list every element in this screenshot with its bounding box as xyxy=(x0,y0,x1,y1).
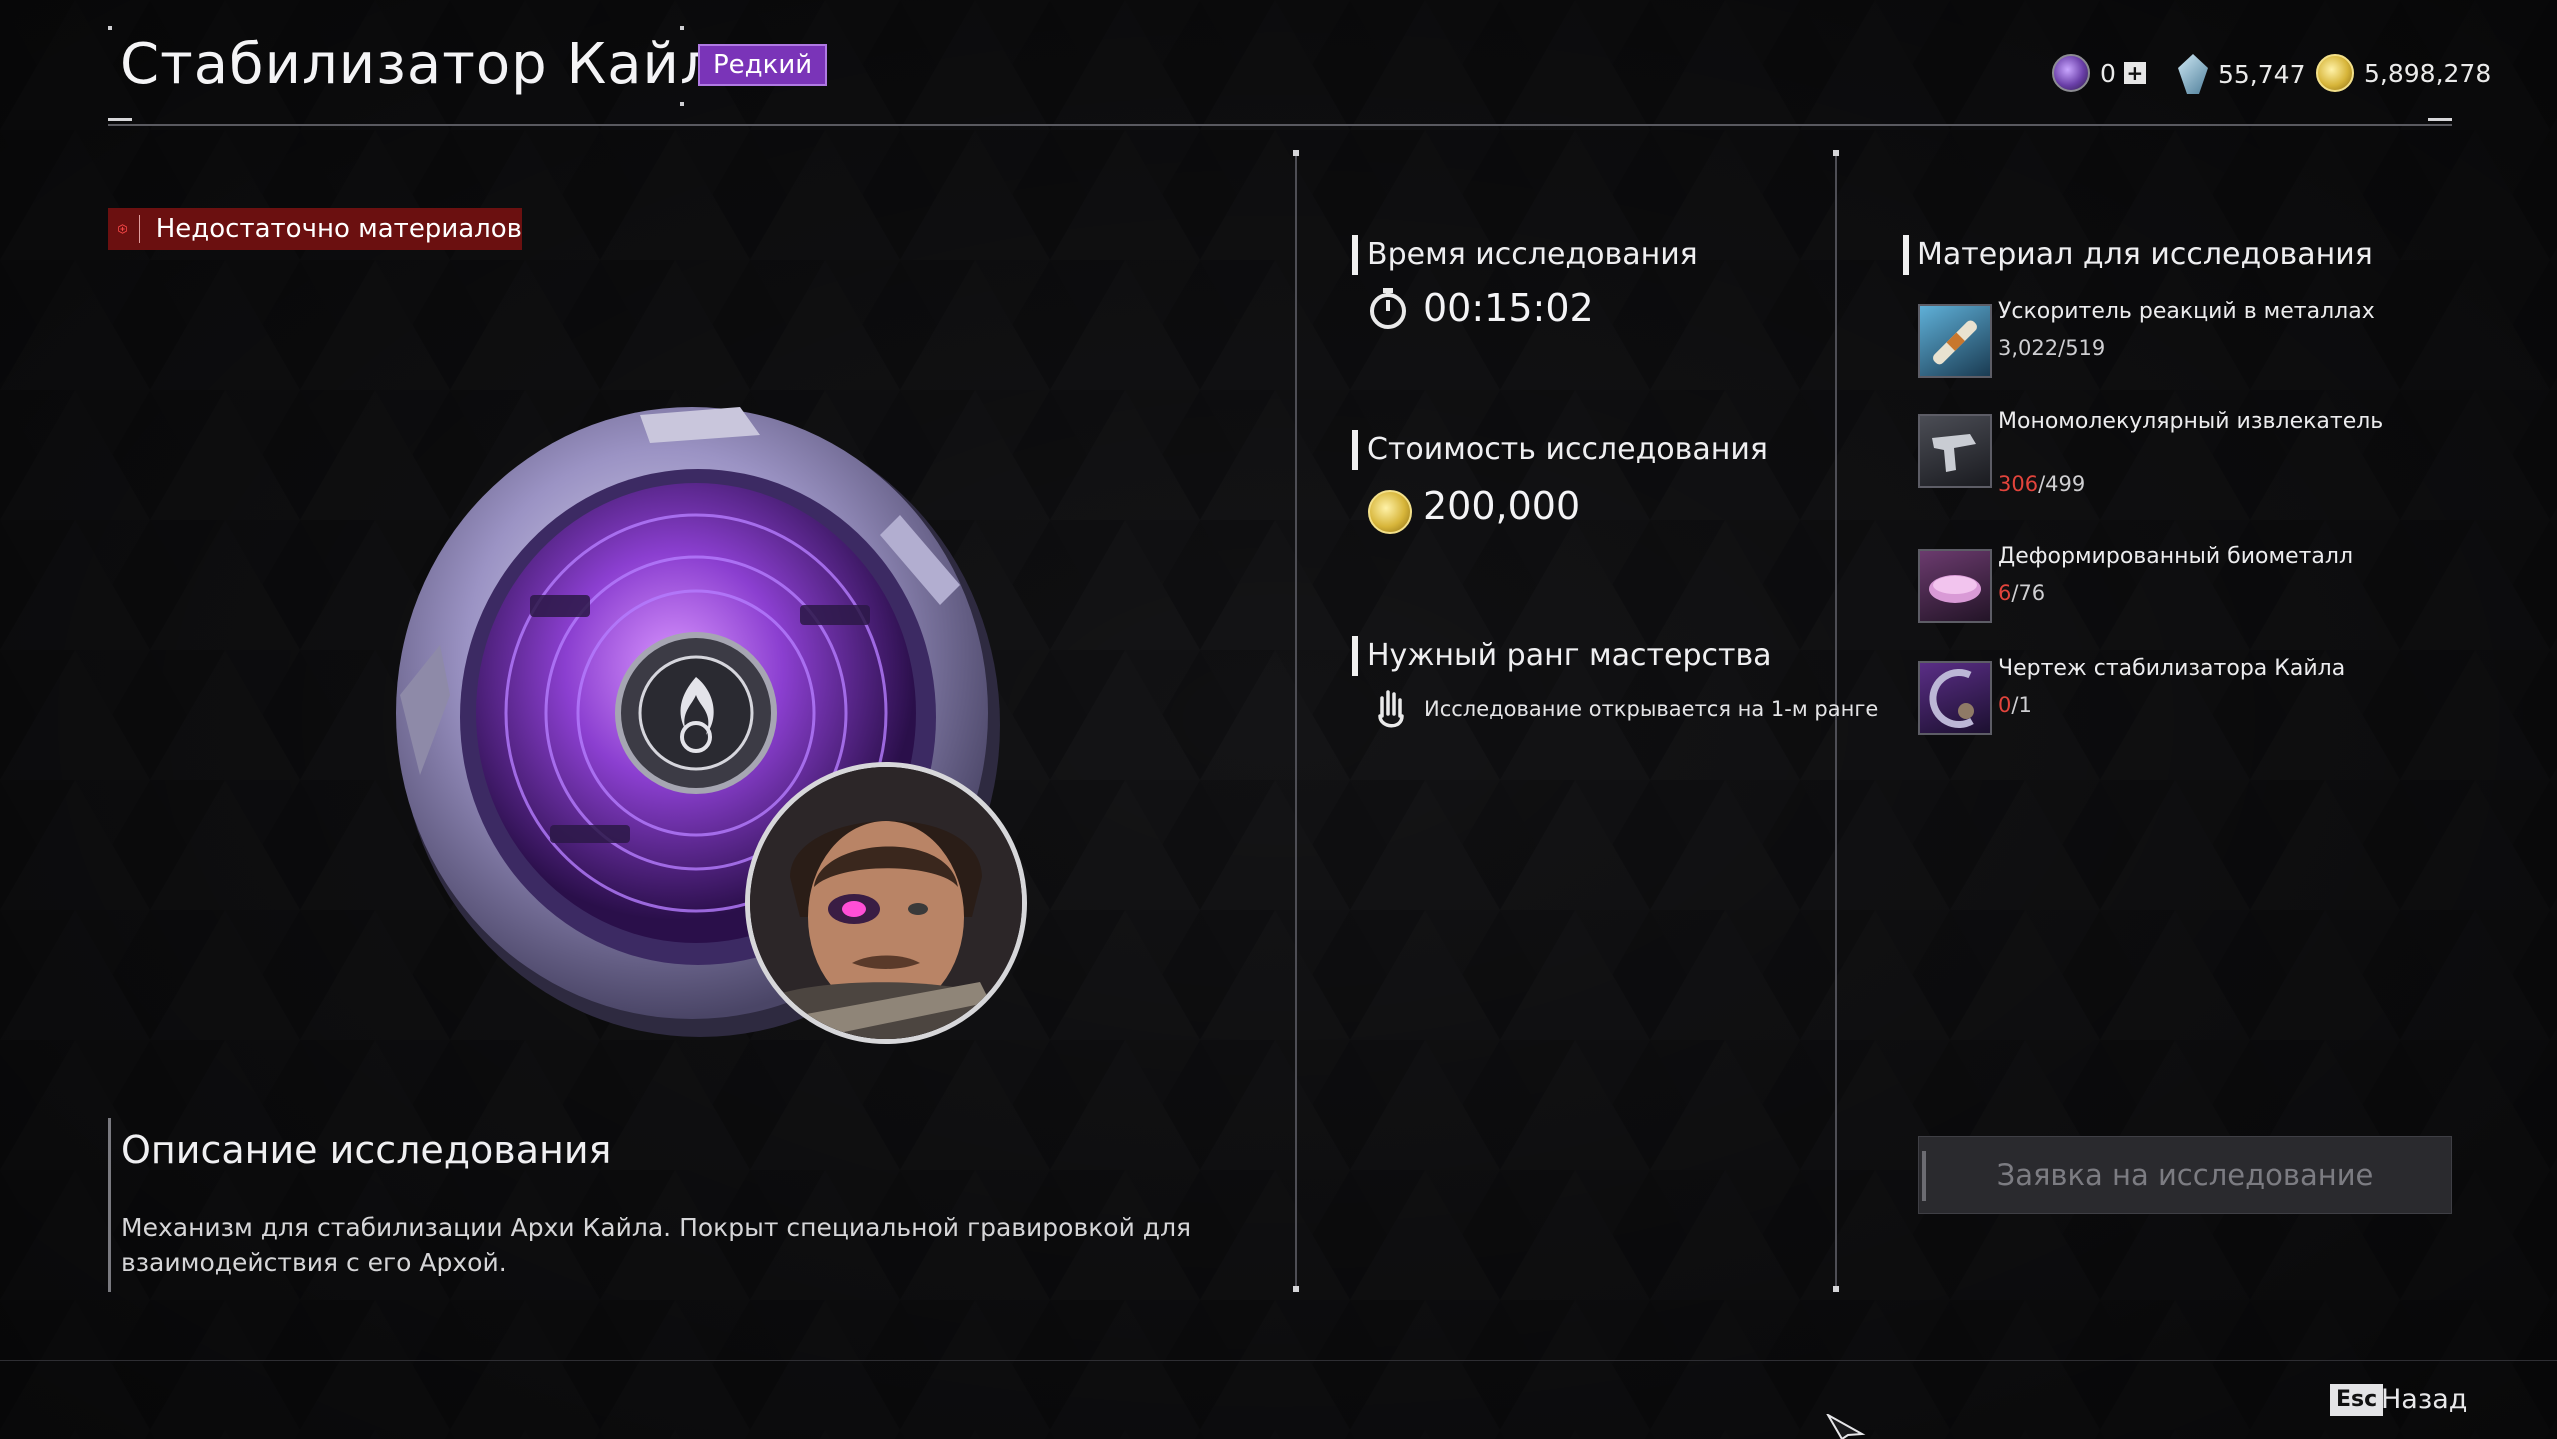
mastery-rank-text: Исследование открывается на 1-м ранге xyxy=(1424,697,1879,721)
mouse-cursor-icon xyxy=(1826,1414,1866,1439)
material-item[interactable]: Мономолекулярный извлекатель 306/499 xyxy=(1918,409,2518,496)
material-name: Чертеж стабилизатора Кайла xyxy=(1998,656,2346,681)
column-divider-left xyxy=(1295,152,1297,1290)
section-accent-bar xyxy=(1352,636,1358,676)
section-accent-bar xyxy=(1352,430,1358,470)
currency-gold: 5,898,278 xyxy=(2316,54,2491,92)
gold-coin-icon xyxy=(2316,54,2354,92)
gold-coin-icon xyxy=(1368,490,1412,534)
deformed-biometal-icon xyxy=(1918,549,1992,623)
research-cost-value: 200,000 xyxy=(1423,484,1581,528)
material-have: 306 xyxy=(1998,472,2039,496)
hand-icon xyxy=(1378,690,1404,728)
mastery-rank-title: Нужный ранг мастерства xyxy=(1367,638,1772,673)
character-portrait-art xyxy=(750,767,1022,1039)
material-have: 0 xyxy=(1998,693,2012,717)
divider-cap xyxy=(1293,1286,1299,1292)
research-time-value: 00:15:02 xyxy=(1423,286,1594,330)
material-need: /519 xyxy=(2058,336,2106,360)
button-accent-bar xyxy=(1922,1151,1926,1201)
footer-divider xyxy=(0,1360,2557,1361)
material-name: Ускоритель реакций в металлах xyxy=(1998,299,2375,324)
material-count: 0/1 xyxy=(1998,693,2032,717)
title-corner-tick xyxy=(108,26,112,30)
orb-currency-value: 0 xyxy=(2100,58,2116,88)
monomolecular-extractor-icon xyxy=(1918,414,1992,488)
material-item[interactable]: Ускоритель реакций в металлах 3,022/519 xyxy=(1918,299,2518,380)
materials-title: Материал для исследования xyxy=(1917,237,2373,272)
material-have: 3,022 xyxy=(1998,336,2059,360)
research-cost-title: Стоимость исследования xyxy=(1367,432,1768,467)
material-item[interactable]: Деформированный биометалл 6/76 xyxy=(1918,544,2518,625)
rarity-badge: Редкий xyxy=(698,44,828,86)
material-need: /499 xyxy=(2038,472,2086,496)
divider-cap xyxy=(1833,150,1839,156)
orb-currency-icon xyxy=(2052,54,2090,92)
material-item[interactable]: Чертеж стабилизатора Кайла 0/1 xyxy=(1918,656,2518,737)
back-button[interactable]: Назад xyxy=(2381,1384,2467,1415)
currency-orb: 0 + xyxy=(2052,54,2146,92)
header-right-dash xyxy=(2428,118,2452,121)
divider-cap xyxy=(1833,1286,1839,1292)
description-accent-bar xyxy=(108,1118,111,1292)
material-name: Мономолекулярный извлекатель xyxy=(1998,409,2384,434)
material-count: 3,022/519 xyxy=(1998,336,2105,360)
material-name: Деформированный биометалл xyxy=(1998,544,2354,569)
title-corner-tick xyxy=(680,26,684,30)
warning-separator xyxy=(139,215,140,243)
header-left-dash xyxy=(108,118,132,121)
warning-hex-icon xyxy=(118,224,127,234)
gold-currency-value: 5,898,278 xyxy=(2364,58,2492,88)
esc-key-hint[interactable]: Esc xyxy=(2330,1384,2384,1416)
title-corner-tick xyxy=(680,102,684,106)
stopwatch-icon xyxy=(1370,288,1406,329)
material-need: /1 xyxy=(2011,693,2032,717)
column-divider-right xyxy=(1835,152,1837,1290)
material-count: 6/76 xyxy=(1998,581,2045,605)
section-accent-bar xyxy=(1903,235,1909,275)
stabilizer-blueprint-icon xyxy=(1918,661,1992,735)
material-need: /76 xyxy=(2011,581,2046,605)
description-text: Механизм для стабилизации Архи Кайла. По… xyxy=(121,1213,1192,1277)
section-accent-bar xyxy=(1352,235,1358,275)
add-currency-button[interactable]: + xyxy=(2123,62,2146,84)
research-time-title: Время исследования xyxy=(1367,237,1698,272)
page-title: Стабилизатор Кайла xyxy=(120,32,753,97)
insufficient-materials-warning: Недостаточно материалов xyxy=(108,208,522,250)
description-title: Описание исследования xyxy=(121,1128,612,1172)
crystal-currency-value: 55,747 xyxy=(2218,59,2306,89)
research-request-button[interactable]: Заявка на исследование xyxy=(1918,1136,2452,1214)
header-divider xyxy=(108,124,2452,126)
character-portrait-kyle xyxy=(745,762,1027,1044)
research-request-label: Заявка на исследование xyxy=(1996,1158,2374,1192)
material-count: 306/499 xyxy=(1998,472,2085,496)
warning-text: Недостаточно материалов xyxy=(155,214,522,244)
crystal-currency-icon xyxy=(2178,54,2208,94)
material-have: 6 xyxy=(1998,581,2012,605)
divider-cap xyxy=(1293,150,1299,156)
currency-crystal: 55,747 xyxy=(2178,54,2305,94)
metal-reaction-accelerator-icon xyxy=(1918,304,1992,378)
